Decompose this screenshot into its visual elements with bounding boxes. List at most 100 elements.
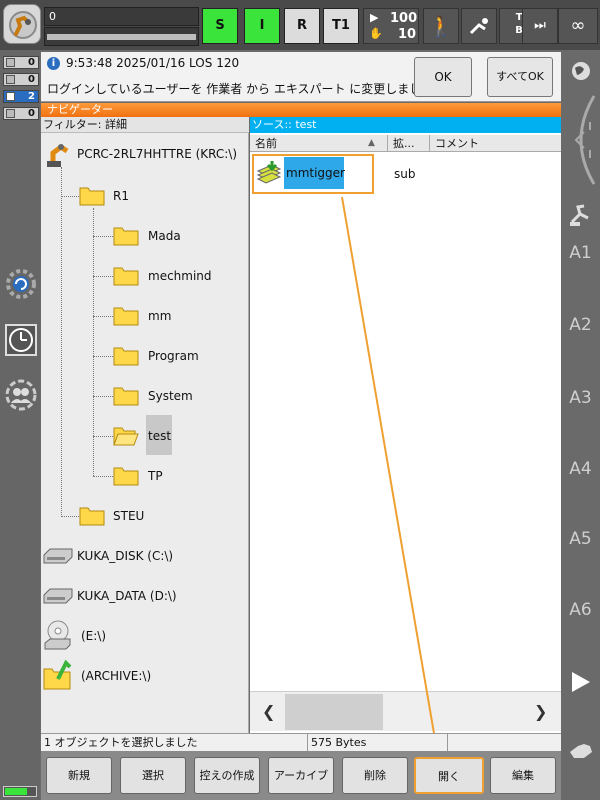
scroll-left-icon[interactable]: ❮	[262, 702, 275, 721]
tree-node-label: Program	[148, 349, 199, 363]
column-name-header[interactable]: 名前 ▲	[250, 135, 388, 152]
tree-node-r1[interactable]: R1	[77, 181, 247, 211]
start-play-icon[interactable]	[570, 670, 592, 694]
settings-gear-icon[interactable]	[4, 267, 38, 301]
operating-mode-button[interactable]: T1	[323, 8, 359, 44]
tree-node-label: (E:\)	[81, 629, 107, 643]
axis-a6-label[interactable]: A6	[561, 600, 600, 620]
navigator-title: ナビゲーター	[41, 103, 561, 117]
file-size-status: 575 Bytes	[308, 734, 448, 752]
delete-button[interactable]: 削除	[342, 757, 408, 794]
jog-hand-icon-right[interactable]	[568, 740, 594, 762]
axis-a3-label[interactable]: A3	[561, 388, 600, 408]
program-line-display[interactable]: 0	[44, 7, 199, 26]
axis-a1-label[interactable]: A1	[561, 243, 600, 263]
axis-a5-label[interactable]: A5	[561, 529, 600, 549]
tree-node-program[interactable]: Program	[111, 341, 247, 371]
tree-node-label: mm	[148, 309, 172, 323]
left-sidebar	[0, 50, 40, 800]
tree-node-mm[interactable]: mm	[111, 301, 247, 331]
tree-node-label: TP	[148, 469, 163, 483]
space-mouse-control[interactable]	[564, 92, 598, 188]
archive-button[interactable]: アーカイブ	[268, 757, 334, 794]
globe-icon[interactable]	[570, 60, 592, 82]
module-file-icon	[256, 161, 282, 184]
robot-controller-icon	[47, 143, 69, 167]
tree-node-kuka-data[interactable]: KUKA_DATA (D:\)	[41, 581, 249, 611]
file-name[interactable]: mmtigger	[284, 157, 345, 189]
incremental-jog-button[interactable]: ∞	[558, 8, 598, 44]
directory-tree[interactable]: PCRC-2RL7HHTTRE (KRC:\) R1 Mada mechmind…	[41, 133, 249, 733]
axis-a4-label[interactable]: A4	[561, 459, 600, 479]
edit-button[interactable]: 編集	[490, 757, 556, 794]
info-icon	[6, 92, 15, 101]
hard-disk-icon	[43, 588, 73, 604]
hard-disk-icon	[43, 548, 73, 564]
submit-interpreter-button[interactable]: S	[202, 8, 238, 44]
selection-status: 1 オブジェクトを選択しました	[41, 734, 308, 752]
jog-mode-button[interactable]	[461, 8, 497, 44]
open-folder-icon	[113, 427, 139, 446]
message-text: ログインしているユーザーを 作業者 から エキスパート に変更しました。	[47, 82, 446, 96]
new-button[interactable]: 新規	[46, 757, 112, 794]
file-row[interactable]: mmtigger sub	[250, 153, 561, 194]
skip-icon[interactable]: ⏭	[522, 8, 558, 44]
program-override-value: 100	[390, 11, 418, 26]
column-ext-header[interactable]: 拡...	[388, 135, 430, 152]
tree-node-test[interactable]: test	[111, 415, 247, 455]
message-window: i 9:53:48 2025/01/16 LOS 120 ログインしているユーザ…	[41, 52, 561, 102]
folder-icon	[113, 347, 139, 366]
wait-icon	[6, 109, 15, 118]
folder-icon	[113, 387, 139, 406]
clock-icon[interactable]	[4, 323, 38, 357]
status-line: 1 オブジェクトを選択しました 575 Bytes	[41, 733, 561, 752]
info-message-count[interactable]: 2	[3, 90, 39, 103]
tree-node-steu[interactable]: STEU	[77, 501, 247, 531]
tree-node-system[interactable]: System	[111, 381, 247, 411]
tree-node-tp[interactable]: TP	[111, 461, 247, 491]
walking-man-icon[interactable]: 🚶	[423, 8, 459, 44]
stop-message-count[interactable]: 0	[3, 73, 39, 86]
tree-node-archive[interactable]: (ARCHIVE:\)	[41, 659, 249, 693]
folder-icon	[113, 307, 139, 326]
tree-node-mada[interactable]: Mada	[111, 221, 247, 251]
kuka-main-menu-button[interactable]	[3, 4, 41, 44]
message-ok-button[interactable]: OK	[414, 57, 472, 97]
drives-button[interactable]: I	[244, 8, 280, 44]
folder-icon	[113, 227, 139, 246]
file-list-header: 名前 ▲ 拡... コメント	[250, 135, 561, 152]
robot-jog-icon[interactable]	[568, 202, 594, 228]
axis-a2-label[interactable]: A2	[561, 315, 600, 335]
jog-hand-icon: ✋	[369, 27, 383, 40]
tree-node-label: KUKA_DATA (D:\)	[77, 589, 177, 603]
duplicate-button[interactable]: 控えの作成	[194, 757, 260, 794]
tree-node-label: R1	[113, 189, 129, 203]
ack-message-count[interactable]: 0	[3, 56, 39, 69]
tree-node-mechmind[interactable]: mechmind	[111, 261, 247, 291]
column-comment-header[interactable]: コメント	[430, 135, 561, 152]
tree-node-label: Mada	[148, 229, 181, 243]
jog-axis-icon	[469, 18, 488, 35]
select-button[interactable]: 選択	[120, 757, 186, 794]
tree-node-kuka-disk[interactable]: KUKA_DISK (C:\)	[41, 541, 249, 571]
tree-node-label: STEU	[113, 509, 145, 523]
cd-drive-icon	[44, 620, 71, 650]
filter-label[interactable]: フィルター: 詳細	[41, 117, 249, 133]
annotation-arrow	[341, 196, 440, 751]
play-icon: ▶	[370, 11, 379, 24]
tree-node-e-drive[interactable]: (E:\)	[41, 619, 249, 653]
scroll-right-icon[interactable]: ❯	[534, 702, 547, 721]
sort-asc-icon: ▲	[368, 138, 375, 148]
open-button[interactable]: 開く	[414, 757, 484, 794]
message-all-ok-button[interactable]: すべてOK	[487, 57, 553, 97]
tree-node-label: PCRC-2RL7HHTTRE (KRC:\)	[77, 147, 238, 161]
tree-node-root[interactable]: PCRC-2RL7HHTTRE (KRC:\)	[41, 139, 249, 169]
wait-message-count[interactable]: 0	[3, 107, 39, 120]
archive-folder-icon	[43, 659, 72, 690]
jog-override-value: 10	[398, 27, 417, 42]
override-button[interactable]: ▶ 100 ✋ 10	[363, 8, 419, 44]
robot-interpreter-button[interactable]: R	[284, 8, 320, 44]
user-group-icon[interactable]	[4, 378, 38, 412]
message-timestamp: 9:53:48 2025/01/16 LOS 120	[66, 56, 240, 70]
tree-node-label: test	[148, 429, 172, 443]
